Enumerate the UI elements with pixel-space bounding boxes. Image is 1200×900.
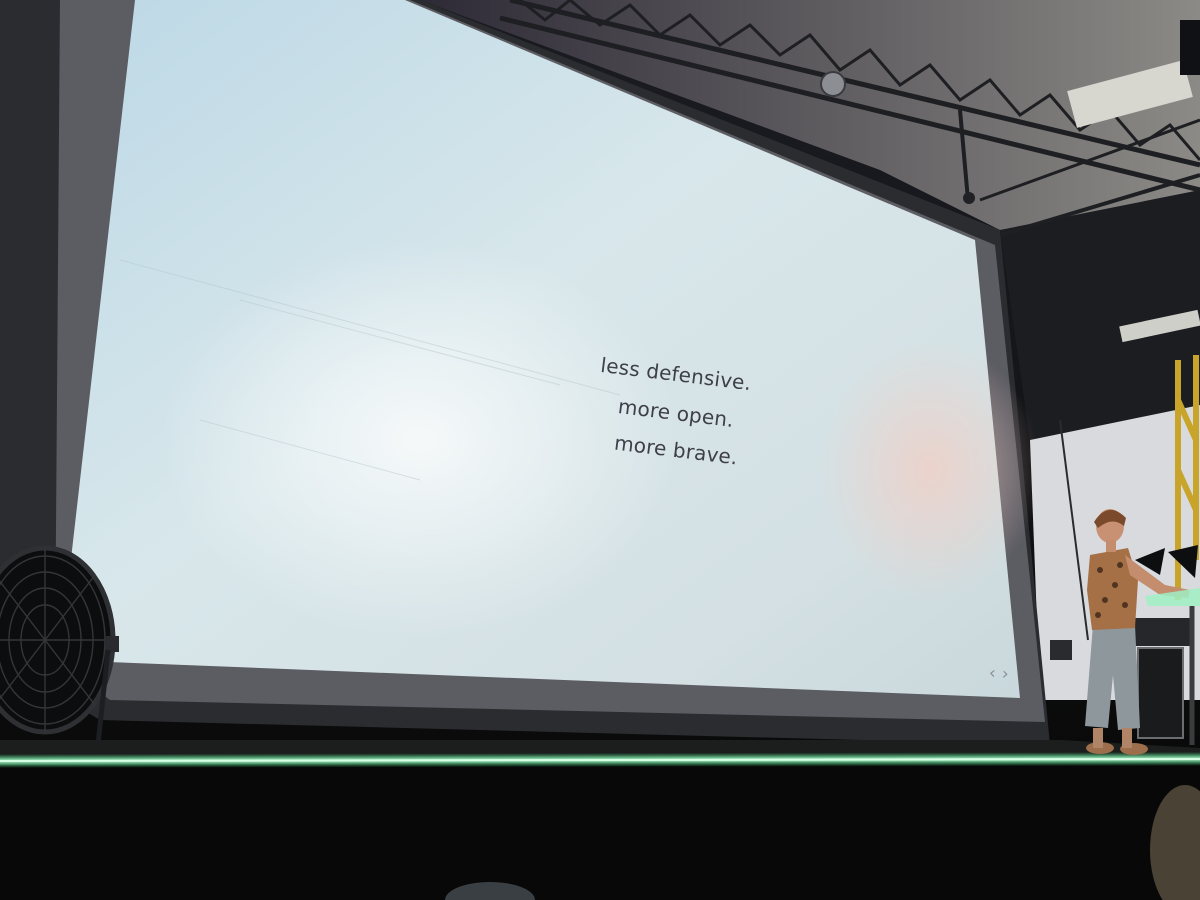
slide-navigation: ‹› bbox=[988, 663, 1015, 685]
stage-photo: less defensive. more open. more brave. ‹… bbox=[0, 0, 1200, 900]
mirror-ball bbox=[820, 71, 846, 97]
stage-floor bbox=[0, 752, 1200, 900]
venue-illustration bbox=[0, 0, 1200, 900]
chevron-right-icon[interactable]: › bbox=[1001, 664, 1015, 685]
equipment-rack bbox=[1137, 647, 1184, 739]
